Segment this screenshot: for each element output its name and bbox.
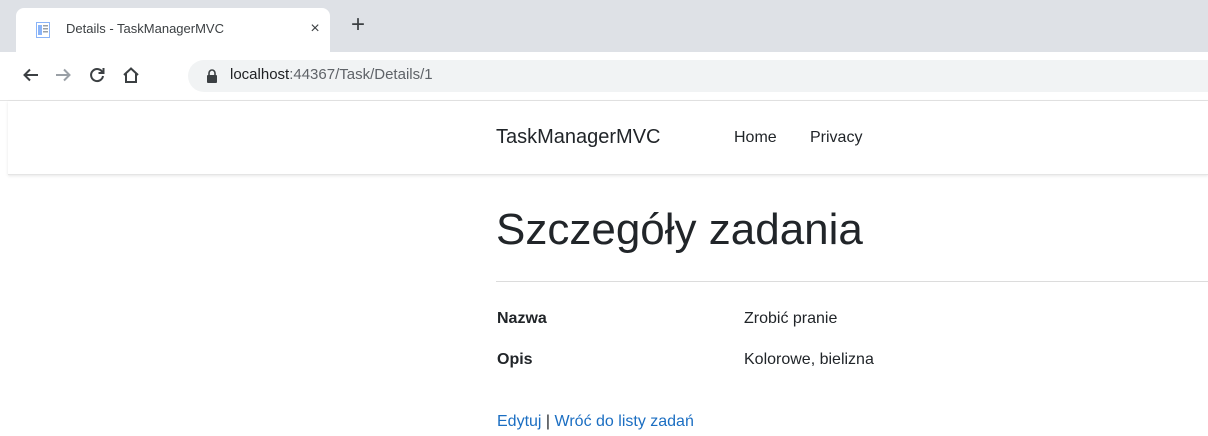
action-links: Edytuj | Wróć do listy zadań (497, 413, 694, 431)
page-title: Szczegóły zadania (496, 205, 863, 254)
home-icon[interactable] (118, 62, 144, 88)
address-bar[interactable]: localhost:44367/Task/Details/1 (188, 60, 1208, 92)
tab-strip: Details - TaskManagerMVC × + (0, 0, 1208, 52)
field-label-name: Nazwa (497, 310, 547, 327)
url-text: localhost:44367/Task/Details/1 (230, 66, 433, 83)
field-value-description: Kolorowe, bielizna (744, 351, 874, 368)
field-label-description: Opis (497, 351, 533, 368)
forward-arrow-icon[interactable] (50, 62, 76, 88)
field-value-name: Zrobić pranie (744, 310, 838, 327)
reload-icon[interactable] (84, 62, 110, 88)
new-tab-button[interactable]: + (346, 13, 370, 38)
url-path: :44367/Task/Details/1 (289, 66, 433, 83)
lock-icon (207, 69, 217, 83)
link-separator: | (545, 413, 551, 430)
back-arrow-icon[interactable] (18, 62, 44, 88)
close-tab-icon[interactable]: × (306, 20, 324, 38)
nav-link-home[interactable]: Home (734, 129, 777, 147)
navbar-brand[interactable]: TaskManagerMVC (496, 126, 661, 149)
edit-link[interactable]: Edytuj (497, 413, 541, 430)
back-to-list-link[interactable]: Wróć do listy zadań (555, 413, 694, 430)
browser-tab[interactable]: Details - TaskManagerMVC × (16, 8, 330, 52)
tab-title: Details - TaskManagerMVC (66, 21, 224, 36)
site-navbar: TaskManagerMVC Home Privacy (8, 101, 1208, 175)
url-host: localhost (230, 66, 290, 83)
title-divider (496, 281, 1208, 282)
browser-toolbar: localhost:44367/Task/Details/1 (0, 52, 1208, 101)
nav-link-privacy[interactable]: Privacy (810, 129, 862, 147)
page-icon (36, 22, 50, 38)
